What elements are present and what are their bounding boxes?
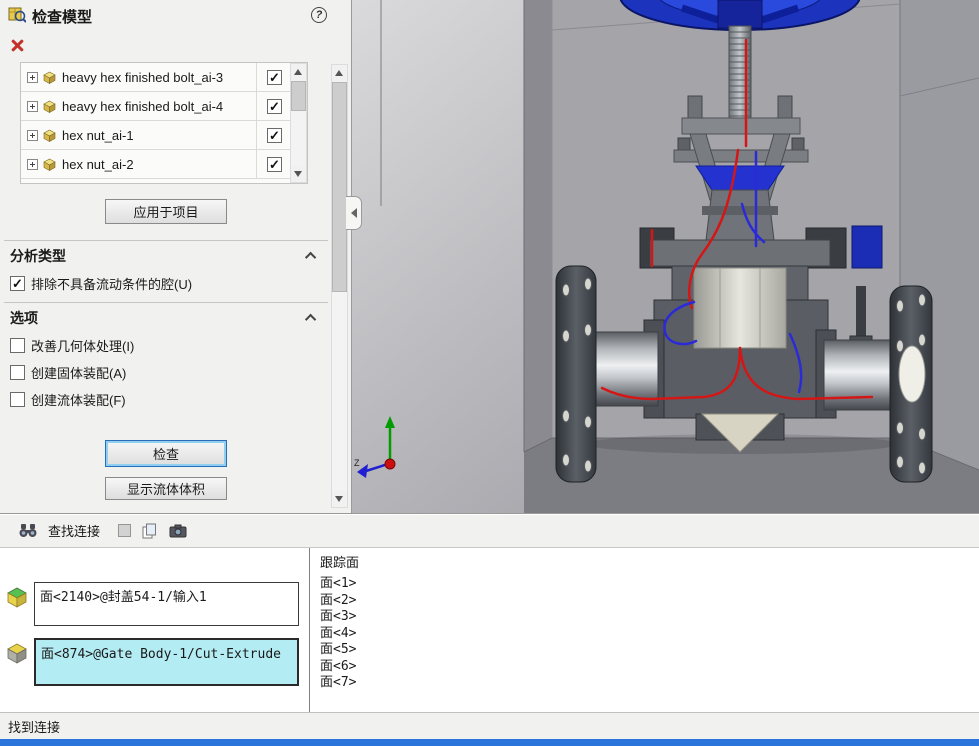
part-icon [43, 100, 57, 113]
face-row[interactable]: 面<1> [320, 576, 969, 593]
scroll-down-icon[interactable] [291, 166, 306, 182]
collapse-chevron-icon[interactable] [305, 314, 316, 325]
face-row[interactable]: 面<7> [320, 675, 969, 692]
face-row[interactable]: 面<3> [320, 609, 969, 626]
copy-icon [141, 523, 157, 539]
status-text: 找到连接 [8, 717, 60, 736]
exclude-cavities-label: 排除不具备流动条件的腔(U) [31, 274, 192, 293]
analysis-type-section: 分析类型 排除不具备流动条件的腔(U) [4, 240, 328, 293]
create-fluid-checkbox[interactable] [10, 392, 25, 407]
collapse-chevron-icon[interactable] [305, 252, 316, 263]
color-swatch-button[interactable] [118, 524, 131, 537]
panel-scrollbar[interactable] [331, 64, 348, 508]
panel-collapse-tab[interactable] [346, 196, 362, 230]
close-button[interactable] [10, 38, 26, 54]
exclude-cavities-checkbox[interactable] [10, 276, 25, 291]
scroll-up-icon[interactable] [291, 64, 306, 80]
face-row[interactable]: 面<2> [320, 593, 969, 610]
component-label: heavy hex finished bolt_ai-3 [62, 70, 256, 85]
improve-geometry-row[interactable]: 改善几何体处理(I) [10, 336, 322, 355]
panel-title: 检查模型 [32, 6, 92, 27]
taskbar-strip [0, 739, 979, 746]
tracked-faces: 跟踪面 面<1> 面<2> 面<3> 面<4> 面<5> 面<6> 面<7> [310, 548, 979, 712]
component-label: hex nut_ai-2 [62, 157, 256, 172]
create-fluid-label: 创建流体装配(F) [31, 390, 126, 409]
component-row[interactable]: heavy hex finished bolt_ai-4 [21, 92, 292, 121]
tracked-faces-header: 跟踪面 [320, 552, 969, 571]
exclude-cavities-row[interactable]: 排除不具备流动条件的腔(U) [10, 274, 322, 293]
component-row[interactable]: heavy hex finished bolt_ai-3 [21, 63, 292, 92]
show-fluid-volume-button[interactable]: 显示流体体积 [105, 477, 227, 500]
face-row[interactable]: 面<6> [320, 659, 969, 676]
find-connections-toolbar: 查找连接 [0, 514, 979, 548]
improve-geometry-label: 改善几何体处理(I) [31, 336, 134, 355]
snapshot-button[interactable] [167, 522, 189, 540]
options-section: 选项 改善几何体处理(I) 创建固体装配(A) 创建流体装配(F) [4, 302, 328, 409]
collapse-arrow-icon [351, 208, 357, 218]
list-scrollbar[interactable] [290, 63, 307, 183]
help-glyph: ? [316, 9, 323, 21]
scroll-up-icon[interactable] [332, 65, 347, 81]
face-ref-box-1[interactable]: 面<2140>@封盖54-1/输入1 [34, 582, 299, 626]
axis-z-label: Z [354, 458, 360, 468]
check-model-icon [8, 5, 26, 28]
face-ref-entry: 面<2140>@封盖54-1/输入1 [6, 582, 299, 626]
component-row[interactable]: hex nut_ai-1 [21, 121, 292, 150]
camera-icon [169, 524, 187, 538]
part-icon [43, 71, 57, 84]
component-checkbox[interactable] [267, 99, 282, 114]
create-solid-checkbox[interactable] [10, 365, 25, 380]
find-connections-title: 查找连接 [48, 521, 100, 540]
check-model-panel: 检查模型 ? heavy hex finished bolt_ai-3 [0, 0, 352, 513]
expand-icon[interactable] [27, 159, 38, 170]
part-icon [43, 158, 57, 171]
improve-geometry-checkbox[interactable] [10, 338, 25, 353]
face-ref-icon [6, 642, 28, 669]
close-icon [10, 38, 24, 52]
check-button[interactable]: 检查 [105, 440, 227, 467]
help-icon[interactable]: ? [311, 7, 327, 23]
create-solid-row[interactable]: 创建固体装配(A) [10, 363, 322, 382]
face-ref-icon [6, 586, 28, 613]
face-ref-box-2[interactable]: 面<874>@Gate Body-1/Cut-Extrude [34, 638, 299, 686]
connections-content: 面<2140>@封盖54-1/输入1 面<874>@Gate Body-1/Cu… [0, 548, 979, 712]
component-label: heavy hex finished bolt_ai-4 [62, 99, 256, 114]
component-checkbox[interactable] [267, 157, 282, 172]
scrollbar-thumb[interactable] [291, 81, 306, 111]
analysis-type-title: 分析类型 [10, 246, 66, 266]
panel-header: 检查模型 [8, 5, 92, 28]
component-row[interactable]: hex nut_ai-2 [21, 150, 292, 179]
find-connections-icon [16, 521, 40, 540]
scroll-down-icon[interactable] [332, 491, 347, 507]
component-label: hex nut_ai-1 [62, 128, 256, 143]
expand-icon[interactable] [27, 72, 38, 83]
create-fluid-row[interactable]: 创建流体装配(F) [10, 390, 322, 409]
part-icon [43, 129, 57, 142]
face-ref-entry: 面<874>@Gate Body-1/Cut-Extrude [6, 638, 299, 686]
copy-connections-button[interactable] [139, 521, 159, 541]
component-checkbox[interactable] [267, 70, 282, 85]
options-title: 选项 [10, 308, 38, 328]
app-window: 检查模型 ? heavy hex finished bolt_ai-3 [0, 0, 979, 746]
find-connections-panel: 查找连接 [0, 513, 979, 739]
component-checkbox[interactable] [267, 128, 282, 143]
create-solid-label: 创建固体装配(A) [31, 363, 126, 382]
face-references: 面<2140>@封盖54-1/输入1 面<874>@Gate Body-1/Cu… [0, 548, 310, 712]
apply-to-project-button[interactable]: 应用于项目 [105, 199, 227, 224]
expand-icon[interactable] [27, 101, 38, 112]
status-bar: 找到连接 [0, 712, 979, 739]
face-row[interactable]: 面<4> [320, 626, 969, 643]
3d-viewport[interactable]: Z [352, 0, 979, 513]
component-list: heavy hex finished bolt_ai-3 heavy hex f… [20, 62, 308, 184]
expand-icon[interactable] [27, 130, 38, 141]
face-row[interactable]: 面<5> [320, 642, 969, 659]
top-area: 检查模型 ? heavy hex finished bolt_ai-3 [0, 0, 979, 513]
scrollbar-thumb[interactable] [332, 82, 347, 292]
